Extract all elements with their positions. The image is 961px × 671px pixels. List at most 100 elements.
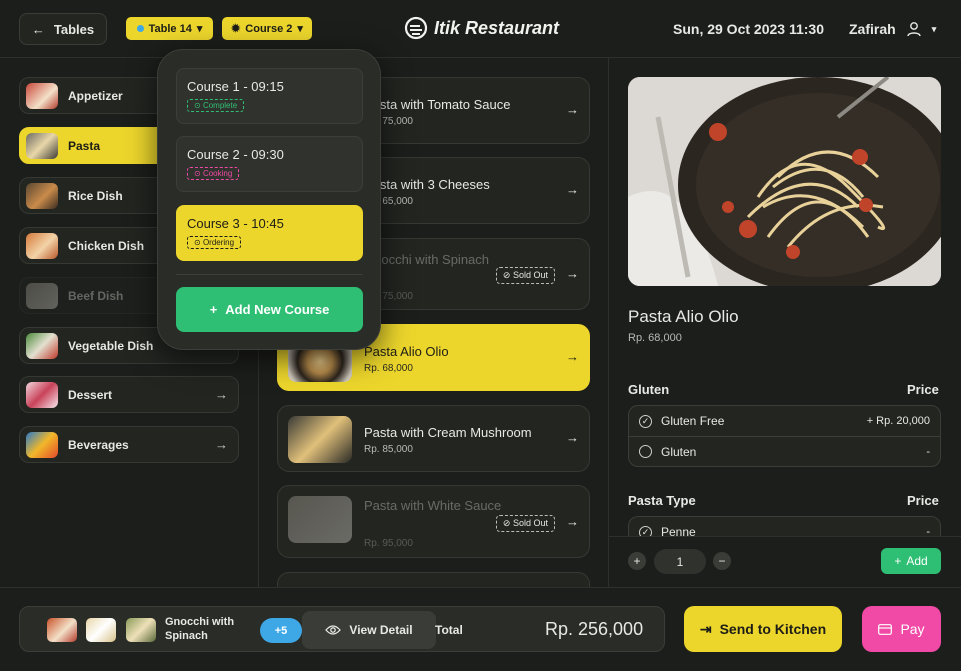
category-label: Appetizer [68,88,123,103]
category-dessert[interactable]: Dessert → [19,376,239,413]
category-label: Rice Dish [68,188,123,203]
category-label: Chicken Dish [68,238,145,253]
user-name: Zafirah [849,21,896,37]
category-thumbnail [26,182,58,209]
datetime: Sun, 29 Oct 2023 11:30 [673,21,824,37]
dish-name: Pasta with Cream Mushroom [364,425,532,440]
course-label: Course 2 [245,22,293,35]
table-dot-icon [136,25,144,32]
back-to-tables-button[interactable]: ← Tables [19,13,107,45]
table-label: Table 14 [148,22,192,35]
chevron-down-icon: ▾ [196,23,203,35]
cart-summary: Gnocchi with Spinach +5 View Detail Tota… [19,606,665,652]
pasta-type-options: ✓ Penne - [628,516,941,538]
pay-button[interactable]: Pay [862,606,941,652]
dish-title: Pasta Alio Olio [628,307,739,326]
gluten-options: ✓ Gluten Free + Rp. 20,000 Gluten - [628,405,941,467]
option-label: Gluten Free [661,414,725,428]
course-popup: Course 1 - 09:15 ⊙ Complete Course 2 - 0… [157,49,381,350]
category-label: Pasta [68,138,101,153]
arrow-right-icon: → [566,266,579,281]
dish-photo [628,77,941,286]
loader-icon: ✹ [231,23,241,35]
arrow-right-icon: → [566,182,579,197]
back-label: Tables [53,21,95,37]
category-thumbnail [26,282,58,309]
category-thumbnail [26,132,58,159]
dish-price: Rp. 95,000 [364,538,413,549]
brand-logo: Itik Restaurant [404,16,559,40]
plus-icon: + [209,302,218,317]
dish-image [288,496,352,543]
dish-card-partial[interactable] [277,572,590,587]
gluten-option-gluten[interactable]: Gluten - [629,436,940,466]
price-column-title: Price [907,493,939,508]
category-beverages[interactable]: Beverages → [19,426,239,463]
course-item-2[interactable]: Course 2 - 09:30 ⊙ Cooking [176,136,363,192]
brand-name: Itik Restaurant [434,17,560,38]
decrement-button[interactable]: − [713,552,731,570]
chevron-down-icon: ▾ [931,23,937,34]
add-course-label: Add New Course [225,302,330,317]
course-label: Course 2 - 09:30 [187,147,284,162]
option-price: - [926,445,930,458]
course-item-1[interactable]: Course 1 - 09:15 ⊙ Complete [176,68,363,124]
category-label: Dessert [68,387,113,402]
checked-radio-icon: ✓ [639,414,652,428]
dish-name: Pasta Alio Olio [364,344,449,359]
add-new-course-button[interactable]: + Add New Course [176,287,363,332]
gluten-section-title: Gluten [628,382,670,397]
divider [608,58,609,587]
dish-name: Pasta with Tomato Sauce [364,97,511,112]
arrow-right-icon: → [215,437,228,452]
arrow-right-icon: → [566,430,579,445]
status-badge: ⊙ Cooking [187,167,240,180]
category-label: Beverages [68,437,129,452]
course-selector[interactable]: ✹ Course 2 ▾ [222,17,312,40]
eye-icon [325,625,342,635]
dish-name: Pasta with 3 Cheeses [364,177,490,192]
quantity-value[interactable]: 1 [654,549,706,574]
category-thumbnail [26,381,58,408]
total-label: Total [435,623,463,637]
user-icon [906,22,921,37]
add-label: Add [906,554,928,568]
pasta-option-penne[interactable]: ✓ Penne - [629,517,940,538]
increment-button[interactable]: + [628,552,646,570]
user-menu[interactable]: Zafirah ▾ [849,21,936,37]
course-label: Course 1 - 09:15 [187,79,284,94]
arrow-right-icon: → [566,514,579,529]
category-label: Vegetable Dish [68,338,154,353]
price-column-title: Price [907,382,939,397]
dish-base-price: Rp. 68,000 [628,332,682,344]
total-amount: Rp. 256,000 [545,619,644,639]
chevron-down-icon: ▾ [297,23,303,35]
dish-price: Rp. 68,000 [364,363,413,374]
arrow-left-icon: ← [31,21,45,37]
logo-icon [404,16,428,40]
gluten-option-gluten-free[interactable]: ✓ Gluten Free + Rp. 20,000 [629,406,940,436]
category-thumbnail [26,82,58,109]
more-items-badge[interactable]: +5 [260,618,302,643]
send-label: Send to Kitchen [719,621,827,637]
arrow-right-icon: → [566,349,579,364]
dish-image [288,416,352,463]
category-thumbnail [26,332,58,359]
status-badge: ⊙ Ordering [187,236,242,249]
course-label: Course 3 - 10:45 [187,216,284,231]
table-selector[interactable]: Table 14 ▾ [126,17,213,40]
dish-card[interactable]: Pasta with White Sauce Rp. 95,000 ⊘ Sold… [277,485,590,558]
option-label: Gluten [661,444,697,459]
category-label: Beef Dish [68,288,124,303]
cart-item-thumbnail [84,616,118,644]
course-item-3[interactable]: Course 3 - 10:45 ⊙ Ordering [176,205,363,261]
send-to-kitchen-button[interactable]: ⇥ Send to Kitchen [684,606,842,652]
sold-out-badge: ⊘ Sold Out [495,515,555,532]
add-to-order-button[interactable]: + Add [881,548,941,574]
pay-label: Pay [900,621,925,637]
dish-card[interactable]: Pasta with Cream Mushroom Rp. 85,000 → [277,405,590,472]
cart-item-thumbnail [124,616,158,644]
view-detail-button[interactable]: View Detail [302,611,436,649]
category-thumbnail [26,232,58,259]
dish-name: Pasta with White Sauce [364,498,502,513]
